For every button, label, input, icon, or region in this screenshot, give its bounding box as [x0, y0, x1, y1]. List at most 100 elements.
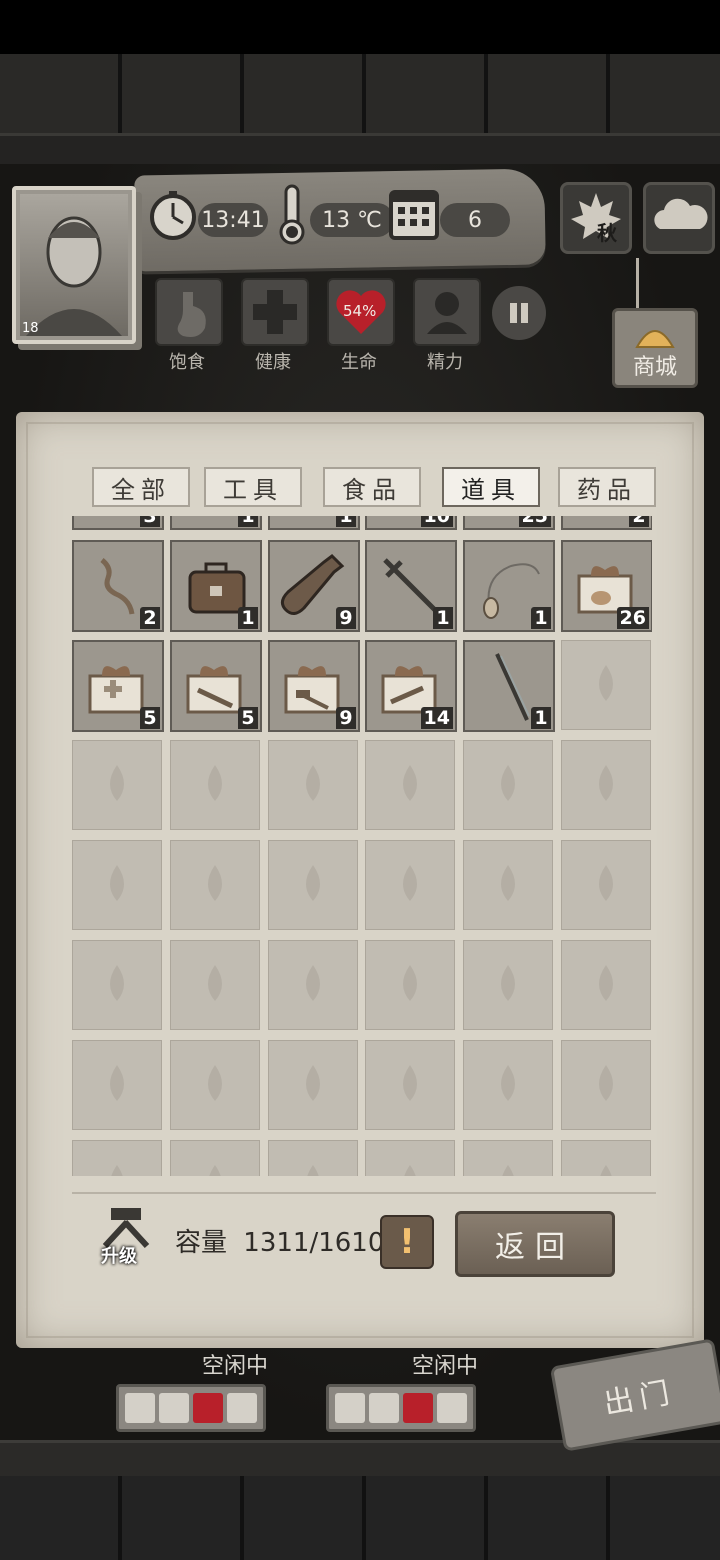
item-count: 10 [420, 516, 453, 527]
item-count: 1 [336, 516, 356, 527]
empty-slot[interactable] [170, 940, 260, 1030]
empty-slot[interactable] [365, 1140, 455, 1176]
droplet-placeholder-icon [110, 865, 124, 901]
empty-slot[interactable] [463, 940, 553, 1030]
inventory-slot[interactable]: 14 [365, 640, 457, 732]
empty-slot[interactable] [72, 840, 162, 930]
empty-slot[interactable] [561, 640, 651, 730]
inventory-slot[interactable]: 1 [170, 516, 262, 530]
cross-icon [253, 290, 297, 334]
item-count: 9 [336, 707, 356, 729]
upgrade-button[interactable]: 升级 [97, 1206, 155, 1267]
player-portrait[interactable]: 18 [12, 186, 136, 344]
droplet-placeholder-icon [209, 1165, 221, 1176]
item-count: 5 [140, 707, 160, 729]
survivor-1-stats[interactable] [116, 1384, 266, 1432]
shop-label: 商城 [632, 355, 677, 380]
health-stat[interactable] [241, 278, 309, 346]
empty-slot[interactable] [561, 940, 651, 1030]
info-button[interactable]: ! [380, 1215, 434, 1269]
season-label: 秋 [597, 221, 617, 245]
tab-medicine[interactable]: 药品 [558, 467, 656, 507]
empty-slot[interactable] [268, 840, 358, 930]
empty-slot[interactable] [365, 1040, 455, 1130]
empty-slot[interactable] [170, 840, 260, 930]
empty-slot[interactable] [463, 1140, 553, 1176]
person-icon [437, 1393, 467, 1423]
energy-stat[interactable] [413, 278, 481, 346]
day-counter: 6 [440, 203, 510, 237]
capacity-label: 容量 [175, 1228, 228, 1258]
empty-slot[interactable] [268, 940, 358, 1030]
capacity-text: 容量 1311/1610 [175, 1222, 384, 1259]
empty-slot[interactable] [463, 1040, 553, 1130]
item-count: 25 [518, 516, 551, 527]
inventory-slot[interactable]: 1 [463, 640, 555, 732]
inventory-slot[interactable]: 1 [268, 516, 360, 530]
survivor-2-stats[interactable] [326, 1384, 476, 1432]
empty-slot[interactable] [170, 740, 260, 830]
tab-food[interactable]: 食品 [323, 467, 421, 507]
empty-slot[interactable] [72, 940, 162, 1030]
droplet-placeholder-icon [403, 1065, 417, 1101]
empty-slot[interactable] [561, 1140, 651, 1176]
inventory-slot[interactable]: 2 [561, 516, 652, 530]
empty-slot[interactable] [561, 840, 651, 930]
tab-all[interactable]: 全部 [92, 467, 190, 507]
inventory-slot[interactable]: 1 [365, 540, 457, 632]
inventory-grid[interactable]: 3 1 1 10 25 2 2 1 9 1 1 26 5 5 9 14 1 [72, 516, 652, 1176]
empty-slot[interactable] [268, 1140, 358, 1176]
empty-slot[interactable] [268, 1040, 358, 1130]
droplet-placeholder-icon [599, 765, 613, 801]
droplet-placeholder-icon [208, 1065, 222, 1101]
life-stat[interactable]: 54% [327, 278, 395, 346]
inventory-slot[interactable]: 10 [365, 516, 457, 530]
survivor-1-status: 空闲中 [202, 1354, 269, 1379]
season-button[interactable]: 秋 [560, 182, 632, 254]
empty-slot[interactable] [268, 740, 358, 830]
back-button[interactable]: 返回 [455, 1211, 615, 1277]
droplet-placeholder-icon [599, 665, 613, 701]
empty-slot[interactable] [72, 740, 162, 830]
time-display: 13:41 [198, 203, 268, 237]
avatar [20, 194, 128, 336]
inventory-slot[interactable]: 3 [72, 516, 164, 530]
inventory-slot[interactable]: 5 [170, 640, 262, 732]
pause-button[interactable] [492, 286, 546, 340]
calendar-icon [388, 184, 440, 242]
empty-slot[interactable] [561, 1040, 651, 1130]
inventory-slot[interactable]: 26 [561, 540, 652, 632]
empty-slot[interactable] [365, 840, 455, 930]
tab-items[interactable]: 道具 [442, 467, 540, 507]
empty-slot[interactable] [365, 940, 455, 1030]
empty-slot[interactable] [463, 840, 553, 930]
inventory-slot[interactable]: 9 [268, 540, 360, 632]
person-icon [427, 292, 467, 334]
weather-button[interactable] [643, 182, 715, 254]
inventory-slot[interactable]: 5 [72, 640, 164, 732]
droplet-placeholder-icon [600, 1165, 612, 1176]
empty-slot[interactable] [170, 1140, 260, 1176]
item-count: 2 [140, 607, 160, 629]
maple-leaf-icon [571, 193, 621, 239]
shop-button[interactable]: 商城 [612, 308, 698, 388]
droplet-placeholder-icon [111, 1165, 123, 1176]
heart-icon [403, 1393, 433, 1423]
inventory-slot[interactable]: 2 [72, 540, 164, 632]
empty-slot[interactable] [72, 1140, 162, 1176]
droplet-placeholder-icon [208, 865, 222, 901]
cloud-icon [654, 198, 708, 229]
temperature-display: 13 ℃ [310, 203, 394, 237]
inventory-slot[interactable]: 25 [463, 516, 555, 530]
inventory-slot[interactable]: 1 [170, 540, 262, 632]
inventory-slot[interactable]: 1 [463, 540, 555, 632]
empty-slot[interactable] [72, 1040, 162, 1130]
inventory-slot[interactable]: 9 [268, 640, 360, 732]
tab-tools[interactable]: 工具 [204, 467, 302, 507]
empty-slot[interactable] [170, 1040, 260, 1130]
satiety-stat[interactable] [155, 278, 223, 346]
empty-slot[interactable] [365, 740, 455, 830]
item-count: 1 [433, 607, 453, 629]
empty-slot[interactable] [561, 740, 651, 830]
empty-slot[interactable] [463, 740, 553, 830]
